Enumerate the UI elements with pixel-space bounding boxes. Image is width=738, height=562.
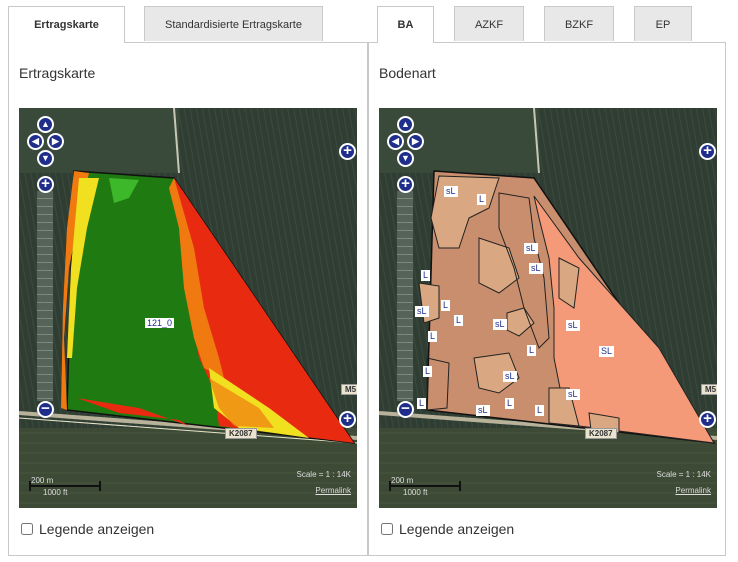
scale-ratio: Scale = 1 : 14K — [656, 470, 711, 479]
road-label-k2087: K2087 — [225, 428, 257, 439]
layer-switcher-button-2[interactable]: + — [339, 411, 356, 428]
soil-label: SL — [599, 346, 615, 357]
soil-label: sL — [493, 319, 507, 330]
soil-label: L — [423, 366, 433, 377]
soil-label: L — [527, 345, 537, 356]
soil-label: sL — [529, 263, 543, 274]
road-label-m5: M5 — [701, 384, 717, 395]
soil-label: sL — [566, 320, 580, 331]
road-label-m5: M5 — [341, 384, 357, 395]
layer-switcher-button[interactable]: + — [699, 143, 716, 160]
zoom-out-button[interactable]: − — [397, 401, 414, 418]
legend-checkbox[interactable] — [381, 523, 393, 535]
scale-feet-label: 1000 ft — [403, 488, 428, 497]
tab-bzkf[interactable]: BZKF — [544, 6, 614, 41]
layer-switcher-button-2[interactable]: + — [699, 411, 716, 428]
scale-ratio: Scale = 1 : 14K — [296, 470, 351, 479]
soil-label: L — [417, 398, 427, 409]
tab-ep[interactable]: EP — [634, 6, 692, 41]
left-tab-bar: Ertragskarte Standardisierte Ertragskart… — [8, 6, 368, 43]
tab-ba[interactable]: BA — [377, 6, 434, 43]
panel-title: Ertragskarte — [19, 65, 96, 81]
zoom-in-button[interactable]: + — [397, 176, 414, 193]
pan-right-button[interactable]: ▶ — [47, 133, 64, 150]
pan-up-button[interactable]: ▲ — [37, 116, 54, 133]
pan-left-button[interactable]: ◀ — [387, 133, 404, 150]
soil-map[interactable]: ▲ ◀ ▶ ▼ + − + + sL L sL L sL L L sL L sL… — [379, 108, 717, 508]
soil-label: sL — [524, 243, 538, 254]
soil-label: sL — [503, 371, 517, 382]
zoom-slider[interactable] — [37, 191, 53, 401]
zoom-in-button[interactable]: + — [37, 176, 54, 193]
bodenart-panel: Bodenart ▲ ◀ ▶ ▼ + − + + sL L sL L sL L … — [368, 42, 726, 556]
soil-label: L — [535, 405, 545, 416]
pan-right-button[interactable]: ▶ — [407, 133, 424, 150]
layer-switcher-button[interactable]: + — [339, 143, 356, 160]
panel-title: Bodenart — [379, 65, 436, 81]
legend-label: Legende anzeigen — [39, 521, 155, 537]
soil-label: sL — [444, 186, 458, 197]
field-id-label[interactable]: 121_0 — [145, 318, 175, 328]
tab-azkf[interactable]: AZKF — [454, 6, 524, 41]
soil-label: L — [441, 300, 451, 311]
soil-label: L — [454, 315, 464, 326]
pan-down-button[interactable]: ▼ — [37, 150, 54, 167]
legend-checkbox[interactable] — [21, 523, 33, 535]
tab-ertragskarte[interactable]: Ertragskarte — [8, 6, 125, 43]
soil-label: L — [505, 398, 515, 409]
scale-feet-label: 1000 ft — [43, 488, 68, 497]
zoom-slider[interactable] — [397, 191, 413, 401]
soil-label: L — [428, 331, 438, 342]
soil-map-canvas — [379, 108, 717, 508]
soil-label: sL — [476, 405, 490, 416]
permalink-link[interactable]: Permalink — [675, 486, 711, 495]
soil-label: sL — [415, 306, 429, 317]
pan-down-button[interactable]: ▼ — [397, 150, 414, 167]
road-label-k2087: K2087 — [585, 428, 617, 439]
zoom-out-button[interactable]: − — [37, 401, 54, 418]
legend-label: Legende anzeigen — [399, 521, 515, 537]
pan-up-button[interactable]: ▲ — [397, 116, 414, 133]
permalink-link[interactable]: Permalink — [315, 486, 351, 495]
soil-label: L — [477, 194, 487, 205]
yield-map[interactable]: ▲ ◀ ▶ ▼ + − + + 121_0 K2087 M5 200 m 100… — [19, 108, 357, 508]
soil-label: sL — [566, 389, 580, 400]
legend-toggle[interactable]: Legende anzeigen — [21, 521, 154, 537]
soil-label: L — [421, 270, 431, 281]
legend-toggle[interactable]: Legende anzeigen — [381, 521, 514, 537]
yield-map-canvas — [19, 108, 357, 508]
right-tab-bar: BA AZKF BZKF EP — [377, 6, 737, 43]
pan-left-button[interactable]: ◀ — [27, 133, 44, 150]
ertragskarte-panel: Ertragskarte ▲ ◀ ▶ ▼ + − + + 121_0 K2087… — [8, 42, 368, 556]
tab-standardisierte-ertragskarte[interactable]: Standardisierte Ertragskarte — [144, 6, 323, 41]
